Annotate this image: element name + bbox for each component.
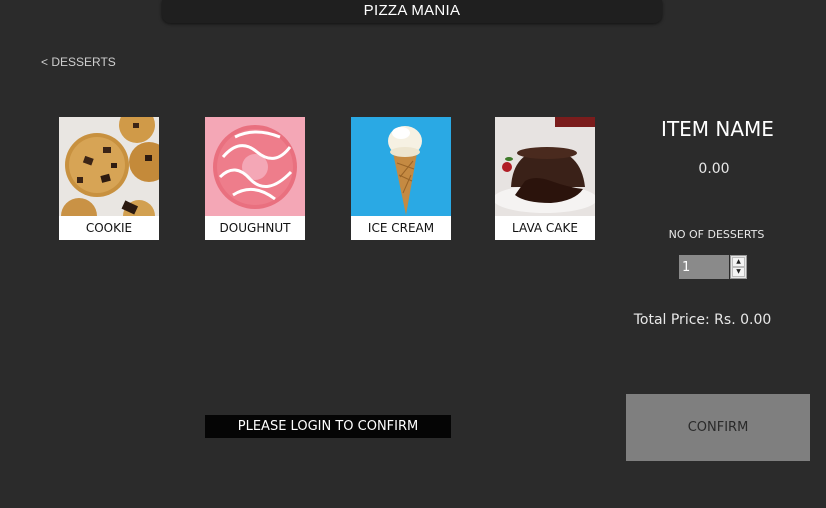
total-price: Total Price: Rs. 0.00 (633, 312, 772, 328)
decrement-button[interactable]: ▼ (732, 267, 745, 277)
quantity-label: NO OF DESSERTS (668, 228, 765, 241)
dessert-card-doughnut[interactable]: DOUGHNUT (205, 117, 305, 240)
login-required-message: PLEASE LOGIN TO CONFIRM (205, 415, 451, 438)
app-title: PIZZA MANIA (363, 2, 461, 19)
item-price: 0.00 (698, 161, 730, 177)
app-window: PIZZA MANIA < DESSERTS COOKIE DOUGHNUT I… (0, 0, 826, 508)
dessert-card-cookie[interactable]: COOKIE (59, 117, 159, 240)
dessert-label-cookie: COOKIE (85, 221, 133, 235)
confirm-button[interactable]: CONFIRM (626, 394, 810, 461)
dessert-card-lava-cake[interactable]: LAVA CAKE (495, 117, 595, 240)
title-bar: PIZZA MANIA (162, 0, 662, 23)
lava-cake-image (495, 117, 595, 216)
item-name: ITEM NAME (661, 117, 774, 141)
doughnut-image (205, 117, 305, 216)
dessert-label-ice-cream: ICE CREAM (367, 221, 435, 235)
quantity-stepper: ▲ ▼ (679, 255, 747, 279)
quantity-input[interactable] (679, 255, 729, 279)
quantity-spin-buttons: ▲ ▼ (730, 255, 747, 279)
dessert-card-ice-cream[interactable]: ICE CREAM (351, 117, 451, 240)
arrow-up-icon: ▲ (736, 258, 741, 265)
cookie-image (59, 117, 159, 216)
increment-button[interactable]: ▲ (732, 257, 745, 267)
back-to-desserts-link[interactable]: < DESSERTS (41, 55, 116, 69)
dessert-label-doughnut: DOUGHNUT (219, 221, 291, 235)
arrow-down-icon: ▼ (736, 268, 741, 275)
dessert-label-lava-cake: LAVA CAKE (512, 221, 578, 235)
ice-cream-image (351, 117, 451, 216)
